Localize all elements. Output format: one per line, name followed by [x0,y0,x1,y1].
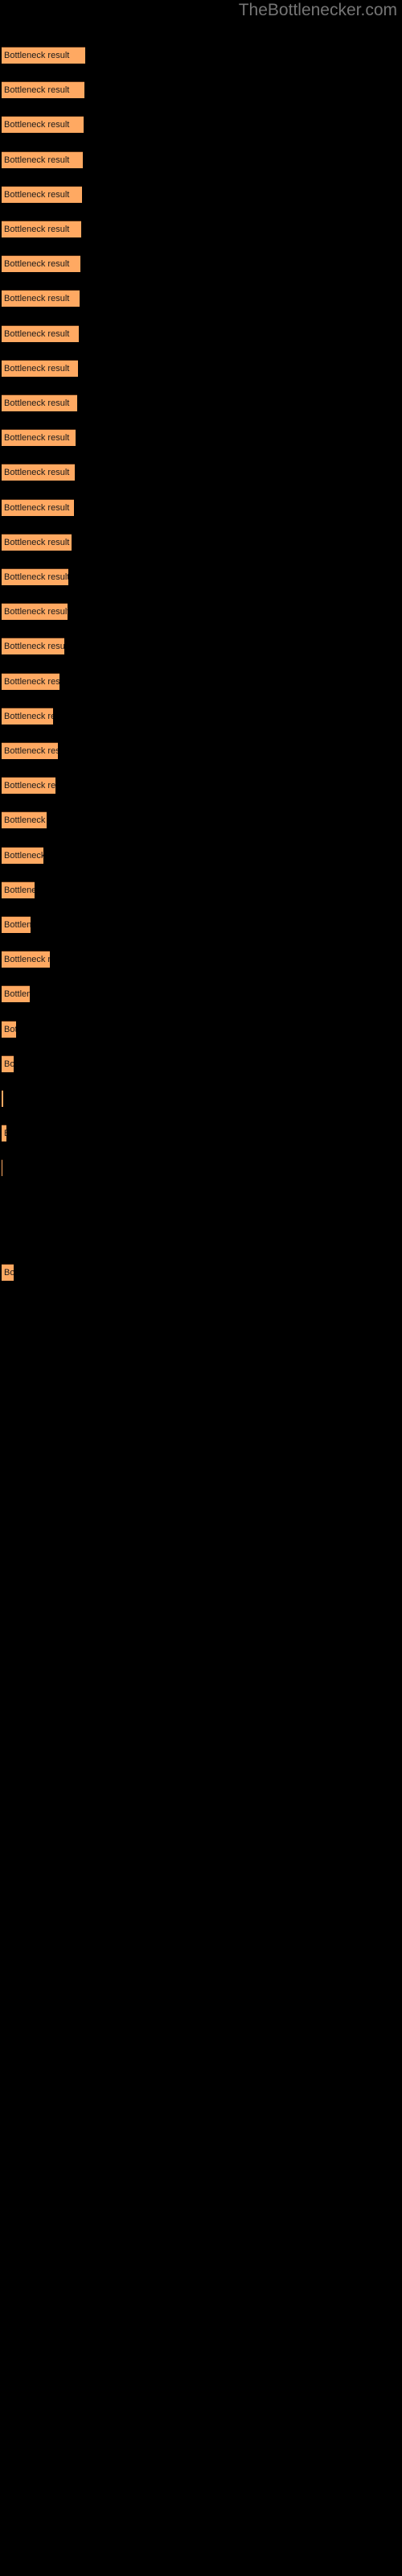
bar[interactable]: Bottleneck result [2,429,76,447]
bar[interactable]: Bottleneck result [2,638,64,655]
bar[interactable]: Bottleneck result [2,1264,14,1281]
bar-label: Bottleneck result [4,815,47,826]
bar[interactable]: Bottleneck result [2,742,58,759]
bar-label: Bottleneck result [4,225,70,234]
bar-label: Bottleneck result [4,711,53,721]
bar-label: Bottleneck result [4,51,70,60]
bar[interactable]: Bottleneck result [2,916,31,933]
bar[interactable]: Bottleneck result [2,1055,14,1072]
bar[interactable]: Bottleneck result [2,846,43,864]
bar[interactable]: Bottleneck result [2,672,59,690]
bar[interactable]: Bottleneck result [2,116,84,134]
bar-label: Bottleneck result [4,850,43,861]
bar-label: Bottleneck result [4,363,70,374]
bar-label: Bottleneck result [4,294,70,304]
bar-label: Bottleneck result [4,189,70,200]
bar-label: Bottleneck result [4,155,70,165]
bar[interactable]: Bottleneck result [2,221,81,237]
bar[interactable]: Bottleneck result [2,324,79,342]
bar-label: Bottleneck result [4,85,70,96]
bar-label: Bottleneck result [4,676,59,687]
bar-label: Bottleneck result [4,746,58,756]
bar-label: Bottleneck result [4,502,70,513]
bar-label: Bottleneck result [4,607,68,617]
bar[interactable]: Bottleneck result [2,464,75,481]
bar-label: Bottleneck result [4,120,70,130]
bar-label: Bottleneck result [4,885,35,895]
bar[interactable]: Bottleneck result [2,394,77,411]
bar[interactable]: Bottleneck result [2,951,50,968]
bar[interactable]: Bottleneck result [2,151,83,168]
bar-label: Bottleneck result [4,920,31,930]
bar[interactable]: Bottleneck result [2,568,68,585]
bar[interactable]: Bottleneck result [2,81,84,99]
bar[interactable]: Bottleneck result [2,47,85,64]
plot-area: Bottleneck result Bottleneck result Bottle… [0,0,402,2576]
bar[interactable]: Bottleneck result [2,1020,16,1038]
bar-label: Bottleneck result [4,572,68,582]
bar-label: Bottleneck result [4,433,70,444]
bar-label: Bottleneck result [4,781,55,791]
bar-label: Bottleneck result [4,989,30,1000]
bar-label: Bottleneck result [4,1127,6,1140]
bar-label: Bottleneck result [4,468,70,478]
bar-label: Bottleneck result [4,537,70,547]
bar[interactable]: Bottleneck result [2,1090,3,1107]
bottleneck-bar-chart: TheBottlenecker.com Bottleneck result Bot… [0,0,402,2576]
bar[interactable]: Bottleneck result [2,290,80,308]
bar[interactable]: Bottleneck result [2,185,82,203]
bar-label: Bottleneck result [4,1268,14,1278]
bar[interactable]: Bottleneck result [2,777,55,795]
bar[interactable]: Bottleneck result [2,1125,6,1142]
bar-label: Bottleneck result [4,328,70,339]
bar[interactable]: Bottleneck result [2,533,72,551]
bar[interactable]: Bottleneck result [2,881,35,898]
bar[interactable]: Bottleneck result [2,359,78,377]
bar-label: Bottleneck result [4,1059,14,1069]
bar[interactable]: Bottleneck result [2,498,74,516]
bar[interactable]: Bottleneck result [2,811,47,829]
bar[interactable]: Bottleneck result [2,985,30,1003]
bar-label: Bottleneck result [4,398,70,408]
bar-label: Bottleneck result [4,955,50,965]
bar-label: Bottleneck result [4,642,64,652]
bar[interactable]: Bottleneck result [2,255,80,273]
bar-label: Bottleneck result [4,259,70,270]
bar[interactable]: Bottleneck result [2,603,68,621]
bar[interactable]: Bottleneck result [2,707,53,724]
bar-label: Bottleneck result [4,1024,16,1034]
